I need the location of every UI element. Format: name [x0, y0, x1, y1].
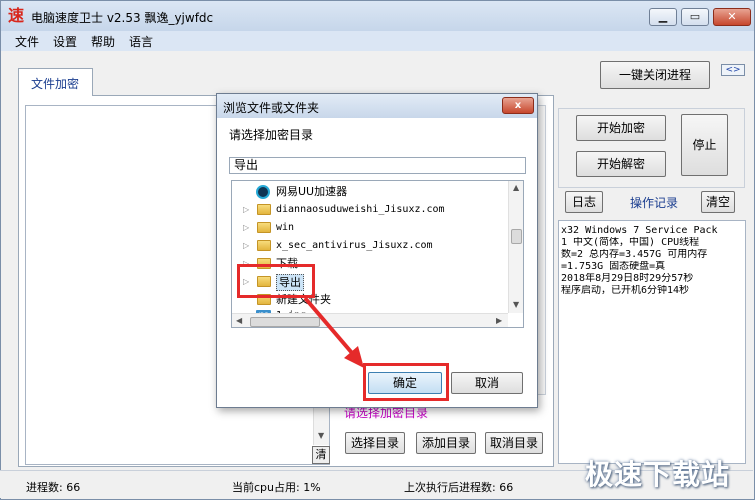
title-bar: 速 电脑速度卫士 v2.53 飘逸_yjwfdc ▁ ▭ ✕	[1, 1, 754, 31]
menu-settings[interactable]: 设置	[53, 33, 77, 50]
dialog-title: 浏览文件或文件夹	[223, 101, 320, 115]
folder-icon	[257, 240, 271, 251]
stop-button[interactable]: 停止	[681, 114, 728, 176]
tree-item[interactable]: ▷ x_sec_antivirus_Jisuxz.com	[232, 237, 508, 255]
add-directory-button[interactable]: 添加目录	[416, 432, 476, 454]
menu-file[interactable]: 文件	[15, 33, 39, 50]
log-output: x32 Windows 7 Service Pack 1 中文(简体，中国) C…	[558, 220, 746, 464]
dialog-cancel-button[interactable]: 取消	[451, 372, 523, 394]
highlight-box-ok	[363, 363, 449, 401]
window-title: 电脑速度卫士 v2.53 飘逸_yjwfdc	[31, 11, 214, 25]
tree-horizontal-scrollbar[interactable]: ◀ ▶	[232, 313, 508, 327]
log-line: 1 中文(简体，中国) CPU线程	[561, 237, 700, 248]
maximize-icon: ▭	[689, 10, 701, 23]
tree-item[interactable]: 网易UU加速器	[232, 183, 508, 201]
tab-label: 文件加密	[31, 77, 80, 91]
minimize-button[interactable]: ▁	[649, 8, 677, 26]
folder-icon	[257, 204, 271, 215]
dialog-close-button[interactable]: x	[502, 97, 534, 114]
log-title: 操作记录	[630, 196, 679, 210]
scroll-thumb[interactable]	[250, 317, 320, 327]
log-line: 2018年8月29日8时29分57秒	[561, 273, 694, 284]
app-logo-icon: 速	[7, 6, 24, 25]
scroll-thumb[interactable]	[511, 229, 522, 244]
tree-vertical-scrollbar[interactable]: ▲ ▼	[508, 181, 523, 313]
start-encrypt-button[interactable]: 开始加密	[576, 115, 666, 141]
folder-tree[interactable]: 网易UU加速器 ▷ diannaosuduweishi_Jisuxz.com ▷…	[231, 180, 524, 328]
netease-uu-icon	[256, 185, 270, 199]
menu-bar: 文件 设置 帮助 语言	[1, 31, 754, 51]
log-line: =1.753G 固态硬盘=真	[561, 261, 666, 272]
scroll-left-icon[interactable]: ◀	[236, 316, 242, 325]
folder-icon	[257, 222, 271, 233]
select-directory-button[interactable]: 选择目录	[345, 432, 405, 454]
dialog-prompt: 请选择加密目录	[229, 128, 314, 142]
dialog-title-bar: 浏览文件或文件夹 x	[217, 94, 537, 118]
cancel-directory-button[interactable]: 取消目录	[485, 432, 543, 454]
last-process-count: 上次执行后进程数: 66	[404, 481, 514, 494]
tree-item[interactable]: ▷ diannaosuduweishi_Jisuxz.com	[232, 201, 508, 219]
clear-log-button[interactable]: 清空	[701, 191, 735, 213]
scroll-right-icon[interactable]: ▶	[496, 316, 502, 325]
log-line: x32 Windows 7 Service Pack	[561, 225, 718, 236]
log-line: 数=2 总内存=3.457G 可用内存	[561, 249, 708, 260]
log-button[interactable]: 日志	[565, 191, 603, 213]
expand-arrow-icon[interactable]: ▷	[243, 219, 249, 237]
menu-help[interactable]: 帮助	[91, 33, 115, 50]
expand-arrow-icon[interactable]: ▷	[243, 237, 249, 255]
tab-scroll-arrows-icon[interactable]: <>	[721, 64, 745, 76]
menu-language[interactable]: 语言	[129, 33, 153, 50]
browse-folder-dialog: 浏览文件或文件夹 x 请选择加密目录 导出 网易UU加速器 ▷ diannaos…	[216, 93, 538, 408]
process-count: 进程数: 66	[26, 481, 81, 494]
close-processes-button[interactable]: 一键关闭进程	[600, 61, 710, 89]
scroll-down-icon[interactable]: ▼	[513, 300, 519, 309]
minimize-icon: ▁	[658, 10, 668, 23]
tab-file-encrypt[interactable]: 文件加密	[18, 68, 93, 96]
scroll-down-icon[interactable]: ▼	[318, 431, 324, 440]
highlight-box-folder	[237, 264, 315, 298]
clear-list-button[interactable]: 清	[312, 446, 330, 464]
close-button[interactable]: ✕	[713, 8, 751, 26]
selected-folder-field[interactable]: 导出	[229, 157, 526, 174]
maximize-button[interactable]: ▭	[681, 8, 709, 26]
start-decrypt-button[interactable]: 开始解密	[576, 151, 666, 177]
close-icon: ✕	[727, 10, 737, 23]
log-line: 程序启动，已开机6分钟14秒	[561, 285, 690, 296]
expand-arrow-icon[interactable]: ▷	[243, 201, 249, 219]
site-watermark: 极速下载站	[585, 458, 731, 491]
cpu-usage: 当前cpu占用: 1%	[232, 481, 321, 494]
scroll-up-icon[interactable]: ▲	[513, 183, 519, 192]
tree-item[interactable]: ▷ win	[232, 219, 508, 237]
